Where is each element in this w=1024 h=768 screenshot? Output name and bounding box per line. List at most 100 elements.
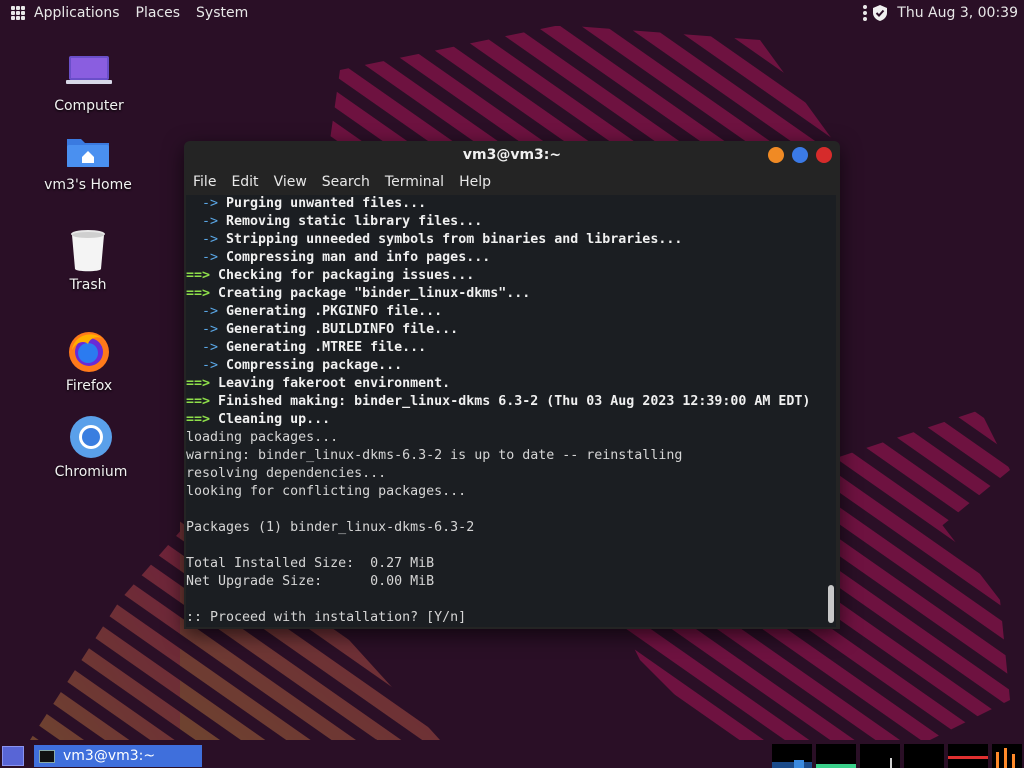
line-text: Removing static library files... xyxy=(226,214,483,229)
line-text: Creating package "binder_linux-dkms"... xyxy=(218,286,531,301)
line-prefix: -> xyxy=(186,214,227,229)
computer-icon xyxy=(66,56,112,84)
terminal-line: warning: binder_linux-dkms-6.3-2 is up t… xyxy=(186,447,826,465)
terminal-line: Packages (1) binder_linux-dkms-6.3-2 xyxy=(186,519,826,537)
terminal-line: -> Removing static library files... xyxy=(186,213,826,231)
terminal-line: ==> Cleaning up... xyxy=(186,411,826,429)
home-folder-icon xyxy=(67,139,109,167)
line-text: Net Upgrade Size: 0.00 MiB xyxy=(186,574,435,589)
line-prefix: ==> xyxy=(186,286,219,301)
line-text: Cleaning up... xyxy=(218,412,331,427)
firefox-icon xyxy=(69,332,109,372)
terminal-line: :: Proceed with installation? [Y/n] xyxy=(186,609,826,627)
menu-edit[interactable]: Edit xyxy=(231,174,258,190)
terminal-icon xyxy=(39,749,55,763)
menu-file[interactable]: File xyxy=(193,174,216,190)
disk-monitor[interactable] xyxy=(992,744,1022,768)
line-text: Generating .PKGINFO file... xyxy=(226,304,443,319)
desktop-icon-label: Chromium xyxy=(54,464,128,480)
menu-help[interactable]: Help xyxy=(459,174,491,190)
desktop-icon-computer[interactable]: Computer xyxy=(29,54,149,114)
window-titlebar[interactable]: vm3@vm3:~ xyxy=(184,141,840,169)
menu-system[interactable]: System xyxy=(196,5,248,21)
menu-terminal[interactable]: Terminal xyxy=(385,174,444,190)
line-prefix: -> xyxy=(186,250,227,265)
menu-applications[interactable]: Applications xyxy=(34,5,120,21)
shield-icon[interactable] xyxy=(873,5,888,21)
maximize-button[interactable] xyxy=(792,147,808,163)
line-prefix: -> xyxy=(186,304,227,319)
terminal-window[interactable]: vm3@vm3:~ File Edit View Search Terminal… xyxy=(184,141,840,629)
taskbar-item-label: vm3@vm3:~ xyxy=(63,748,156,764)
terminal-line: looking for conflicting packages... xyxy=(186,483,826,501)
network-monitor[interactable] xyxy=(860,744,900,768)
line-text: resolving dependencies... xyxy=(186,466,387,481)
line-prefix: -> xyxy=(186,322,227,337)
line-text: Leaving fakeroot environment. xyxy=(218,376,451,391)
load-monitor[interactable] xyxy=(948,744,988,768)
line-text: :: Proceed with installation? [Y/n] xyxy=(186,610,467,625)
line-text: Purging unwanted files... xyxy=(226,196,427,211)
kebab-menu-icon[interactable] xyxy=(863,5,868,21)
terminal-line: ==> Creating package "binder_linux-dkms"… xyxy=(186,285,826,303)
line-text: Generating .MTREE file... xyxy=(226,340,427,355)
line-text: loading packages... xyxy=(186,430,339,445)
menu-search[interactable]: Search xyxy=(322,174,370,190)
show-desktop-button[interactable] xyxy=(2,746,24,766)
desktop-icon-label: Trash xyxy=(69,277,107,293)
line-text: Compressing package... xyxy=(226,358,403,373)
line-text: Finished making: binder_linux-dkms 6.3-2… xyxy=(218,394,811,409)
terminal-line: resolving dependencies... xyxy=(186,465,826,483)
line-text: Stripping unneeded symbols from binaries… xyxy=(226,232,683,247)
system-monitors xyxy=(772,744,1022,768)
line-text: Total Installed Size: 0.27 MiB xyxy=(186,556,435,571)
terminal-line: ==> Checking for packaging issues... xyxy=(186,267,826,285)
line-prefix: ==> xyxy=(186,394,219,409)
scrollbar-thumb[interactable] xyxy=(828,585,834,623)
top-panel: Applications Places System Thu Aug 3, 00… xyxy=(0,0,1024,26)
apps-grid-icon[interactable] xyxy=(11,6,25,20)
terminal-line: Net Upgrade Size: 0.00 MiB xyxy=(186,573,826,591)
memory-monitor[interactable] xyxy=(816,744,856,768)
desktop-icon-label: vm3's Home xyxy=(44,177,132,193)
desktop-icon-firefox[interactable]: Firefox xyxy=(29,328,149,394)
line-prefix: ==> xyxy=(186,376,219,391)
menu-places[interactable]: Places xyxy=(136,5,181,21)
line-text: looking for conflicting packages... xyxy=(186,484,467,499)
desktop-icon-home[interactable]: vm3's Home xyxy=(28,135,148,193)
clock[interactable]: Thu Aug 3, 00:39 xyxy=(897,5,1018,21)
desktop-icon-chromium[interactable]: Chromium xyxy=(31,414,151,480)
terminal-line: -> Compressing man and info pages... xyxy=(186,249,826,267)
terminal-line: Total Installed Size: 0.27 MiB xyxy=(186,555,826,573)
desktop-icon-label: Computer xyxy=(54,98,124,114)
cpu-monitor[interactable] xyxy=(772,744,812,768)
menu-view[interactable]: View xyxy=(274,174,307,190)
line-prefix: ==> xyxy=(186,268,219,283)
line-text: Compressing man and info pages... xyxy=(226,250,491,265)
line-text: Generating .BUILDINFO file... xyxy=(226,322,459,337)
taskbar-item-terminal[interactable]: vm3@vm3:~ xyxy=(34,745,202,767)
swap-monitor[interactable] xyxy=(904,744,944,768)
line-prefix: -> xyxy=(186,196,227,211)
terminal-line: -> Compressing package... xyxy=(186,357,826,375)
terminal-scrollbar[interactable] xyxy=(826,195,836,627)
terminal-line: -> Generating .PKGINFO file... xyxy=(186,303,826,321)
terminal-line: loading packages... xyxy=(186,429,826,447)
terminal-line: -> Generating .BUILDINFO file... xyxy=(186,321,826,339)
close-button[interactable] xyxy=(816,147,832,163)
line-prefix: -> xyxy=(186,340,227,355)
terminal-line: -> Purging unwanted files... xyxy=(186,195,826,213)
terminal-line: ==> Finished making: binder_linux-dkms 6… xyxy=(186,393,826,411)
line-prefix: -> xyxy=(186,232,227,247)
terminal-line: -> Stripping unneeded symbols from binar… xyxy=(186,231,826,249)
minimize-button[interactable] xyxy=(768,147,784,163)
line-text: Packages (1) binder_linux-dkms-6.3-2 xyxy=(186,520,475,535)
desktop-icon-trash[interactable]: Trash xyxy=(28,229,148,293)
line-text: warning: binder_linux-dkms-6.3-2 is up t… xyxy=(186,448,683,463)
terminal-output[interactable]: -> Purging unwanted files... -> Removing… xyxy=(186,195,826,627)
terminal-line: ==> Leaving fakeroot environment. xyxy=(186,375,826,393)
bottom-panel: vm3@vm3:~ xyxy=(0,744,1024,768)
